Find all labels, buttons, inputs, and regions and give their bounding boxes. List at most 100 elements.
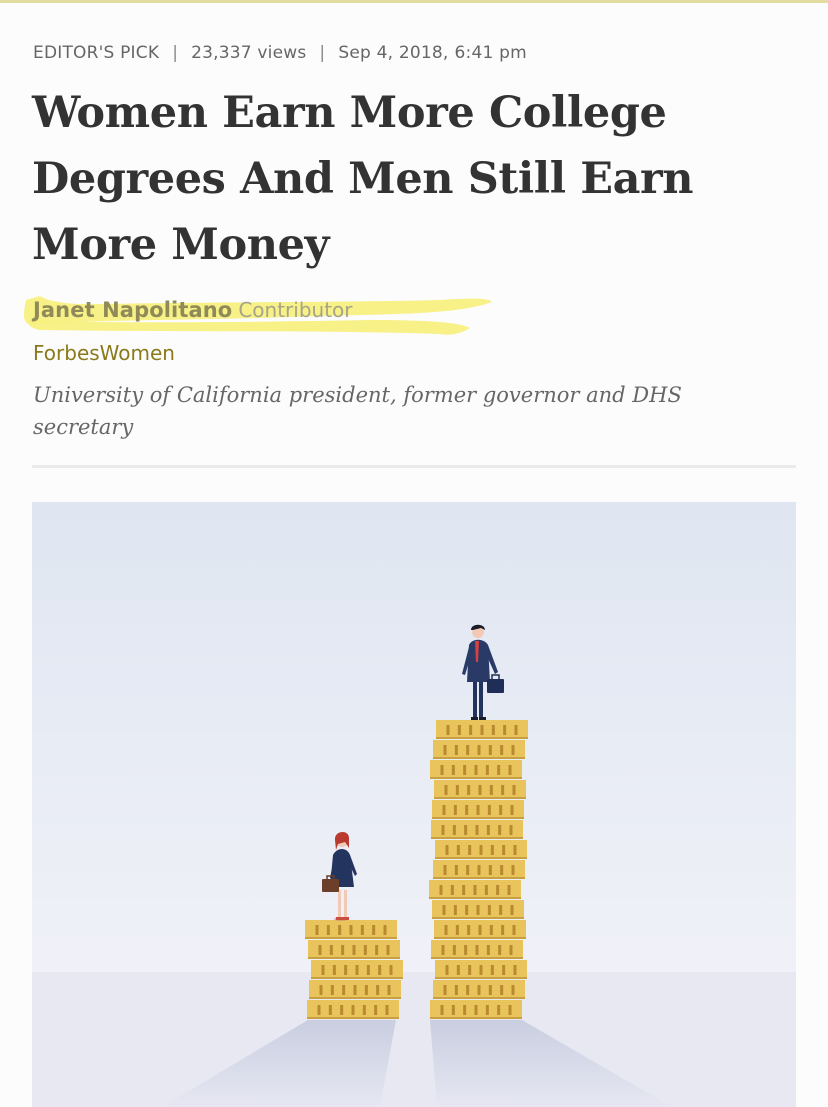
coin-notch bbox=[378, 965, 382, 975]
coin-notch bbox=[489, 925, 493, 935]
coin-notch bbox=[464, 945, 468, 955]
coin-notch bbox=[376, 985, 380, 995]
hero-image[interactable] bbox=[32, 502, 796, 1107]
coin-notch bbox=[317, 1005, 321, 1015]
coin-notch bbox=[509, 945, 513, 955]
coin-notch bbox=[332, 965, 336, 975]
coin-notch bbox=[473, 885, 477, 895]
coin-edge bbox=[307, 1017, 399, 1019]
coin-notch bbox=[468, 965, 472, 975]
coin-edge bbox=[434, 937, 526, 939]
coin-notch bbox=[514, 725, 518, 735]
coin-edge bbox=[432, 817, 524, 819]
publish-date: Sep 4, 2018, bbox=[338, 43, 449, 63]
coin-notch bbox=[467, 785, 471, 795]
coin-notch bbox=[442, 805, 446, 815]
coin-notch bbox=[480, 725, 484, 735]
coin-edge bbox=[435, 857, 527, 859]
coin-edge bbox=[308, 957, 400, 959]
coin-notch bbox=[444, 785, 448, 795]
coin-notch bbox=[501, 785, 505, 795]
coin-notch bbox=[351, 1005, 355, 1015]
coin-notch bbox=[476, 905, 480, 915]
coin-notch bbox=[452, 945, 456, 955]
coin-notch bbox=[383, 925, 387, 935]
coin-edge bbox=[430, 777, 522, 779]
coin-notch bbox=[500, 745, 504, 755]
author-link[interactable]: Janet Napolitano bbox=[33, 298, 232, 322]
coin-notch bbox=[474, 765, 478, 775]
coin-notch bbox=[501, 925, 505, 935]
coin-notch bbox=[477, 865, 481, 875]
coin-notch bbox=[465, 905, 469, 915]
coin-notch bbox=[500, 985, 504, 995]
coin-notch bbox=[451, 1005, 455, 1015]
coin-notch bbox=[488, 745, 492, 755]
coin-notch bbox=[465, 805, 469, 815]
coin-notch bbox=[479, 845, 483, 855]
view-count: 23,337 views bbox=[191, 43, 307, 63]
coin-notch bbox=[468, 845, 472, 855]
coin-notch bbox=[466, 745, 470, 755]
section-label[interactable]: EDITOR'S PICK bbox=[33, 43, 159, 63]
coin-notch bbox=[349, 925, 353, 935]
coin-notch bbox=[451, 765, 455, 775]
coin-notch bbox=[474, 1005, 478, 1015]
coin-notch bbox=[454, 865, 458, 875]
top-rule bbox=[0, 0, 828, 3]
left-coin-stack bbox=[305, 920, 403, 1019]
coin-notch bbox=[464, 825, 468, 835]
coin-notch bbox=[484, 885, 488, 895]
meta-separator: | bbox=[319, 43, 326, 63]
coin-edge bbox=[432, 917, 524, 919]
coin-notch bbox=[372, 925, 376, 935]
coin-notch bbox=[441, 945, 445, 955]
coin-notch bbox=[321, 965, 325, 975]
coin-notch bbox=[491, 725, 495, 735]
coin-edge bbox=[433, 877, 525, 879]
coin-notch bbox=[329, 945, 333, 955]
coin-notch bbox=[330, 985, 334, 995]
coin-notch bbox=[508, 765, 512, 775]
coin-notch bbox=[440, 1005, 444, 1015]
coin-notch bbox=[366, 965, 370, 975]
coin-notch bbox=[445, 965, 449, 975]
coin-notch bbox=[498, 945, 502, 955]
coin-notch bbox=[512, 785, 516, 795]
coin-notch bbox=[450, 885, 454, 895]
coin-notch bbox=[490, 965, 494, 975]
coin-notch bbox=[497, 1005, 501, 1015]
coin-notch bbox=[479, 965, 483, 975]
coin-notch bbox=[454, 745, 458, 755]
coin-notch bbox=[485, 1005, 489, 1015]
coin-notch bbox=[446, 725, 450, 735]
coin-notch bbox=[469, 725, 473, 735]
coin-notch bbox=[443, 865, 447, 875]
coin-notch bbox=[389, 965, 393, 975]
coin-notch bbox=[453, 805, 457, 815]
coin-notch bbox=[385, 1005, 389, 1015]
coin-notch bbox=[496, 885, 500, 895]
coin-notch bbox=[513, 965, 517, 975]
coin-notch bbox=[453, 905, 457, 915]
coin-notch bbox=[475, 825, 479, 835]
coin-notch bbox=[510, 805, 514, 815]
coin-notch bbox=[466, 865, 470, 875]
coin-notch bbox=[508, 1005, 512, 1015]
coin-edge bbox=[436, 737, 528, 739]
coin-notch bbox=[485, 765, 489, 775]
coin-notch bbox=[502, 965, 506, 975]
coin-notch bbox=[489, 785, 493, 795]
coin-notch bbox=[511, 865, 515, 875]
coin-notch bbox=[340, 1005, 344, 1015]
coin-notch bbox=[486, 825, 490, 835]
channel-link[interactable]: ForbesWomen bbox=[33, 341, 175, 365]
coin-notch bbox=[497, 765, 501, 775]
coin-notch bbox=[467, 925, 471, 935]
coin-notch bbox=[344, 965, 348, 975]
coin-notch bbox=[454, 985, 458, 995]
coin-notch bbox=[456, 965, 460, 975]
author-role: Contributor bbox=[238, 298, 353, 322]
coin-edge bbox=[433, 757, 525, 759]
coin-notch bbox=[490, 845, 494, 855]
